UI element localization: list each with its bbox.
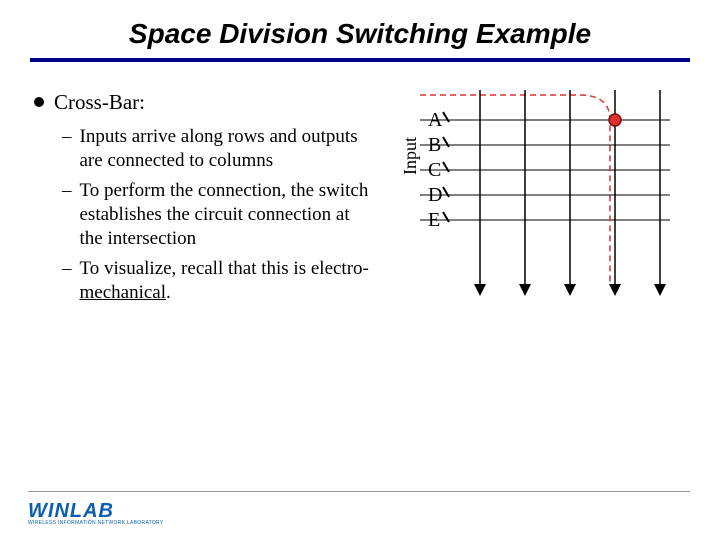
sub3-prefix: To visualize, recall that this is electr… [80,258,369,279]
row-label: D [428,184,442,206]
dash-icon: – [62,125,72,149]
logo-first-letter: W [28,500,48,522]
row-label: B [428,134,441,156]
footer-logo-block: WINLAB WIRELESS INFORMATION NETWORK LABO… [28,501,164,526]
sub-bullet-text: Inputs arrive along rows and outputs are… [80,125,371,173]
sub-bullet-text: To perform the connection, the switch es… [80,179,371,251]
content-row: Cross-Bar: – Inputs arrive along rows an… [30,90,690,311]
sub3-suffix: . [166,282,171,303]
footer-rule [28,491,690,492]
text-column: Cross-Bar: – Inputs arrive along rows an… [30,90,370,311]
dash-icon: – [62,257,72,281]
sub-bullet-item: – To visualize, recall that this is elec… [62,257,370,305]
dash-icon: – [62,179,72,203]
title-rule [30,58,690,62]
footer-subtitle: WIRELESS INFORMATION NETWORK LABORATORY [28,521,164,526]
bullet-text: Cross-Bar: [54,90,145,115]
sub-bullet-item: – Inputs arrive along rows and outputs a… [62,125,370,173]
slide-title: Space Division Switching Example [30,18,690,50]
logo-rest: INLAB [48,500,114,522]
winlab-logo: WINLAB [28,501,164,521]
sub-bullet-text: To visualize, recall that this is electr… [80,257,371,305]
crossbar-diagram: A B C D E [380,90,680,310]
slide: Space Division Switching Example Cross-B… [0,0,720,540]
sub3-underlined: mechanical [80,282,167,303]
sub-bullet-list: – Inputs arrive along rows and outputs a… [62,125,370,305]
row-label: E [428,209,440,231]
row-label: C [428,159,441,181]
figure-column: Input [380,90,690,311]
sub-bullet-item: – To perform the connection, the switch … [62,179,370,251]
bullet-item: Cross-Bar: [34,90,370,115]
bullet-dot-icon [34,97,44,107]
row-label: A [428,109,443,131]
